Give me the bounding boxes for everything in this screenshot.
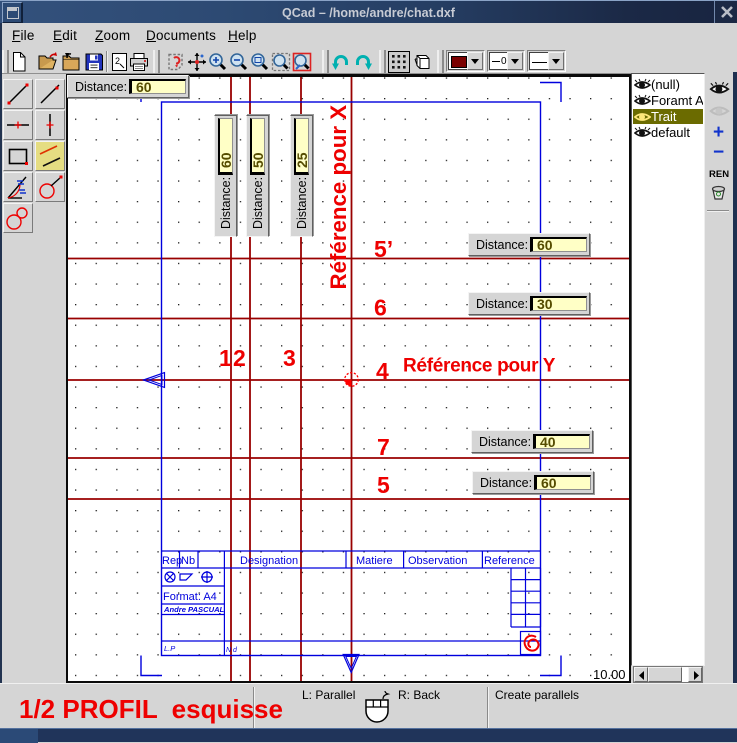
svg-text:4: 4 bbox=[376, 358, 389, 384]
svg-text:2: 2 bbox=[115, 56, 120, 66]
svg-text:5’: 5’ bbox=[374, 236, 393, 262]
svg-text:7: 7 bbox=[377, 434, 390, 460]
svg-text:6: 6 bbox=[374, 295, 387, 321]
svg-text:10.00: 10.00 bbox=[593, 667, 626, 681]
svg-text:2: 2 bbox=[233, 345, 246, 371]
svg-text:Format: A4: Format: A4 bbox=[163, 591, 217, 603]
svg-text:3: 3 bbox=[283, 345, 296, 371]
svg-text:1: 1 bbox=[219, 345, 232, 371]
svg-text:Observation: Observation bbox=[408, 555, 467, 567]
svg-text:5: 5 bbox=[377, 472, 390, 498]
svg-text:Référence pour Y: Référence pour Y bbox=[403, 356, 556, 377]
svg-text:Nb: Nb bbox=[181, 555, 195, 567]
svg-text:Andre PASCUAL: Andre PASCUAL bbox=[163, 605, 225, 614]
svg-text:Rep: Rep bbox=[162, 555, 182, 567]
svg-text:L.P: L.P bbox=[164, 644, 175, 653]
svg-text:Reference: Reference bbox=[484, 555, 535, 567]
svg-text:Référence pour X: Référence pour X bbox=[326, 105, 351, 290]
svg-text:Designation: Designation bbox=[240, 555, 298, 567]
svg-text:N d: N d bbox=[226, 647, 238, 654]
svg-text:Matiere: Matiere bbox=[356, 555, 393, 567]
